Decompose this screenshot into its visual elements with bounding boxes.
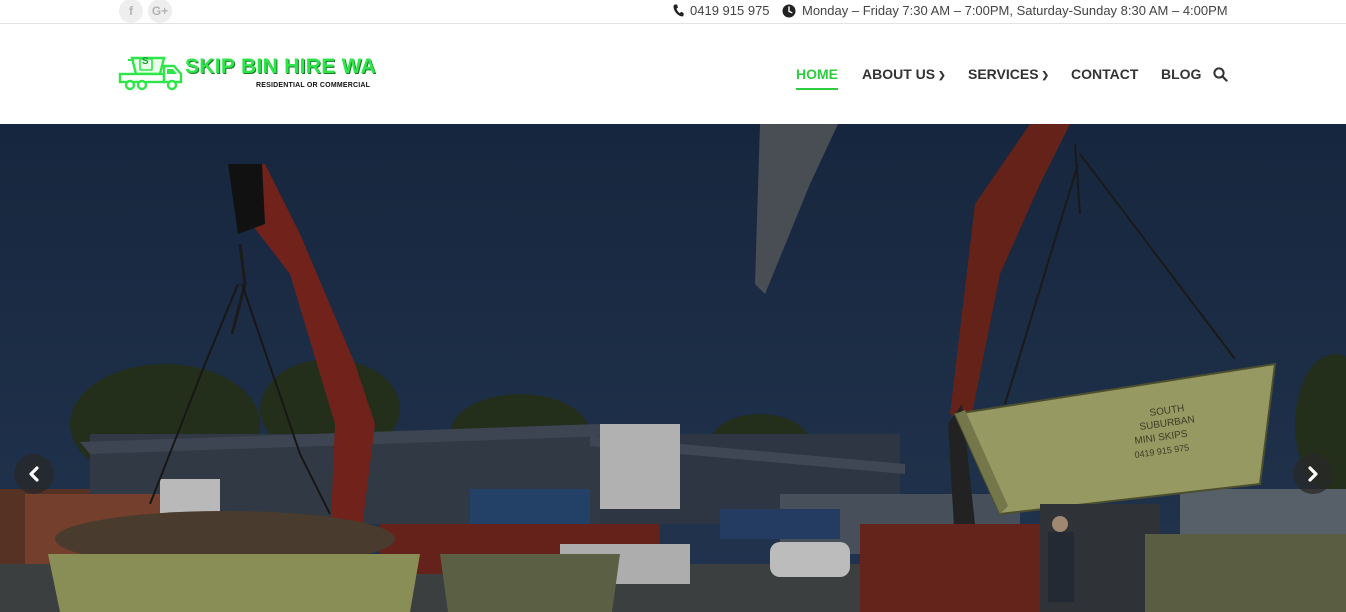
top-bar: f G+ 0419 915 975 Monday – Friday 7:30 A… bbox=[0, 0, 1346, 24]
facebook-glyph: f bbox=[129, 4, 133, 18]
active-underline bbox=[796, 88, 838, 90]
nav-item-services[interactable]: SERVICES ❯ bbox=[968, 66, 1049, 82]
phone-contact[interactable]: 0419 915 975 bbox=[673, 3, 770, 18]
site-header: S SKIP BIN HIRE WA RESIDENTIAL OR COMMER… bbox=[0, 24, 1346, 124]
chevron-down-icon: ❯ bbox=[1041, 69, 1050, 80]
site-logo[interactable]: S SKIP BIN HIRE WA RESIDENTIAL OR COMMER… bbox=[118, 52, 380, 96]
google-plus-glyph: G+ bbox=[151, 4, 169, 18]
nav-item-contact[interactable]: CONTACT bbox=[1071, 66, 1138, 82]
phone-icon bbox=[673, 4, 684, 17]
search-button[interactable] bbox=[1213, 67, 1228, 82]
phone-number: 0419 915 975 bbox=[690, 3, 770, 18]
nav-item-about-us[interactable]: ABOUT US ❯ bbox=[862, 66, 946, 82]
search-icon bbox=[1213, 67, 1228, 82]
chevron-down-icon: ❯ bbox=[938, 69, 946, 80]
facebook-icon[interactable]: f bbox=[119, 0, 143, 23]
logo-badge-letter: S bbox=[142, 56, 149, 67]
nav-label-home: HOME bbox=[796, 66, 838, 82]
clock-icon bbox=[782, 4, 796, 17]
opening-hours: Monday – Friday 7:30 AM – 7:00PM, Saturd… bbox=[782, 3, 1228, 18]
logo-tagline: RESIDENTIAL OR COMMERCIAL bbox=[256, 82, 371, 89]
logo-title: SKIP BIN HIRE WA bbox=[185, 55, 377, 78]
nav-label-services: SERVICES bbox=[968, 66, 1039, 82]
nav-item-blog[interactable]: BLOG bbox=[1161, 66, 1201, 82]
nav-label-blog: BLOG bbox=[1161, 66, 1202, 82]
hours-text: Monday – Friday 7:30 AM – 7:00PM, Saturd… bbox=[802, 3, 1228, 18]
slider-next-button[interactable] bbox=[1293, 454, 1333, 494]
google-plus-icon[interactable]: G+ bbox=[148, 0, 172, 23]
nav-label-contact: CONTACT bbox=[1071, 66, 1139, 82]
nav-label-about-us: ABOUT US bbox=[862, 66, 936, 82]
truck-logo-icon bbox=[118, 56, 183, 91]
chevron-left-icon bbox=[29, 466, 39, 482]
slider-prev-button[interactable] bbox=[14, 454, 54, 494]
chevron-right-icon bbox=[1308, 466, 1318, 482]
nav-item-home[interactable]: HOME bbox=[796, 66, 838, 90]
hero-image: SOUTH SUBURBAN MINI SKIPS 0419 915 975 bbox=[0, 124, 1346, 612]
hero-slider: SOUTH SUBURBAN MINI SKIPS 0419 915 975 bbox=[0, 124, 1346, 612]
